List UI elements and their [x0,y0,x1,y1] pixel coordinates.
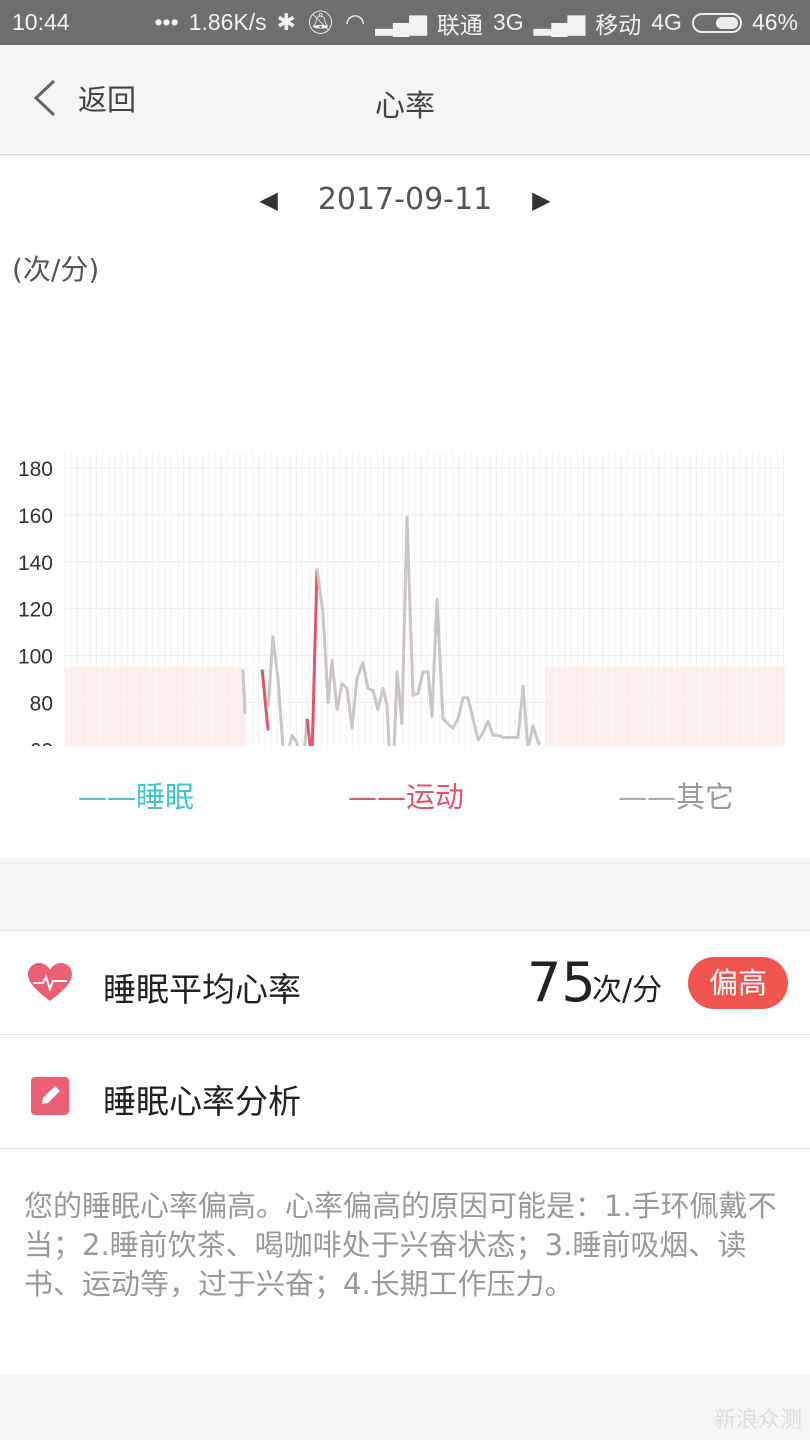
page-title: 心率 [375,89,435,124]
wifi-icon: ◠ [345,9,366,35]
signal-icon-2: ▂▄▆ [533,9,586,35]
heart-icon [28,963,72,1001]
more-icon: ••• [154,9,179,35]
battery-level: 46% [751,9,798,35]
series-line-other [241,669,247,715]
legend-other: ——其它 [618,780,735,814]
chart-card: ◀ 2017-09-11 ▶ (次/分) 180 160 140 120 100 80 60… [0,156,810,858]
legend-sleep: ——睡眠 [78,780,195,814]
y-tick-label: 120 [18,599,53,622]
bluetooth-icon: ✱ [276,9,296,35]
sleep-band [65,667,245,746]
current-date: 2017-09-11 [317,182,493,217]
sleep-average-value: 75 [527,951,596,1014]
sleep-average-label: 睡眠平均心率 [103,970,301,1009]
y-axis-unit: (次/分) [12,253,100,286]
next-day-button[interactable]: ▶ [532,186,550,214]
y-tick-label: 160 [18,505,53,528]
y-tick-label: 60 [30,739,53,746]
analysis-row: 睡眠心率分析 [0,1034,810,1148]
watermark: 新浪众测 [713,1408,802,1433]
y-tick-label: 180 [18,458,53,481]
y-tick-label: 100 [18,646,53,669]
analysis-label: 睡眠心率分析 [103,1082,301,1121]
y-tick-label: 140 [18,552,53,575]
sleep-average-row: 睡眠平均心率 75 次/分 偏高 [0,930,810,1034]
y-tick-label: 80 [30,692,53,715]
heart-rate-chart: 180160140120100806040200:003:006:009:001… [18,453,785,746]
analysis-text: 您的睡眠心率偏高。心率偏高的原因可能是：1.手环佩戴不当；2.睡前饮茶、喝咖啡处… [0,1148,810,1375]
legend-exercise: ——运动 [348,780,465,814]
signal-icon: ▂▄▆ [375,9,427,35]
carrier-1: 联通 [436,11,483,38]
edit-icon [31,1077,69,1115]
header: 返回 心率 [0,45,810,155]
network-speed: 1.86K/s [188,9,267,35]
status-bar: 10:44 ••• 1.86K/s ✱ 🔕︎ ◠ ▂▄▆ 联通 3G ▂▄▆ 移… [0,0,810,45]
prev-day-button[interactable]: ◀ [259,186,277,214]
battery-icon [691,12,742,33]
status-time: 10:44 [12,9,70,35]
status-badge: 偏高 [688,957,788,1009]
date-nav: ◀ 2017-09-11 ▶ [0,182,810,217]
carrier-2: 移动 [595,11,642,38]
mute-icon: 🔕︎ [305,9,336,35]
sleep-average-unit: 次/分 [592,973,663,1008]
network-type-2: 4G [651,9,682,35]
network-type-1: 3G [492,9,524,35]
